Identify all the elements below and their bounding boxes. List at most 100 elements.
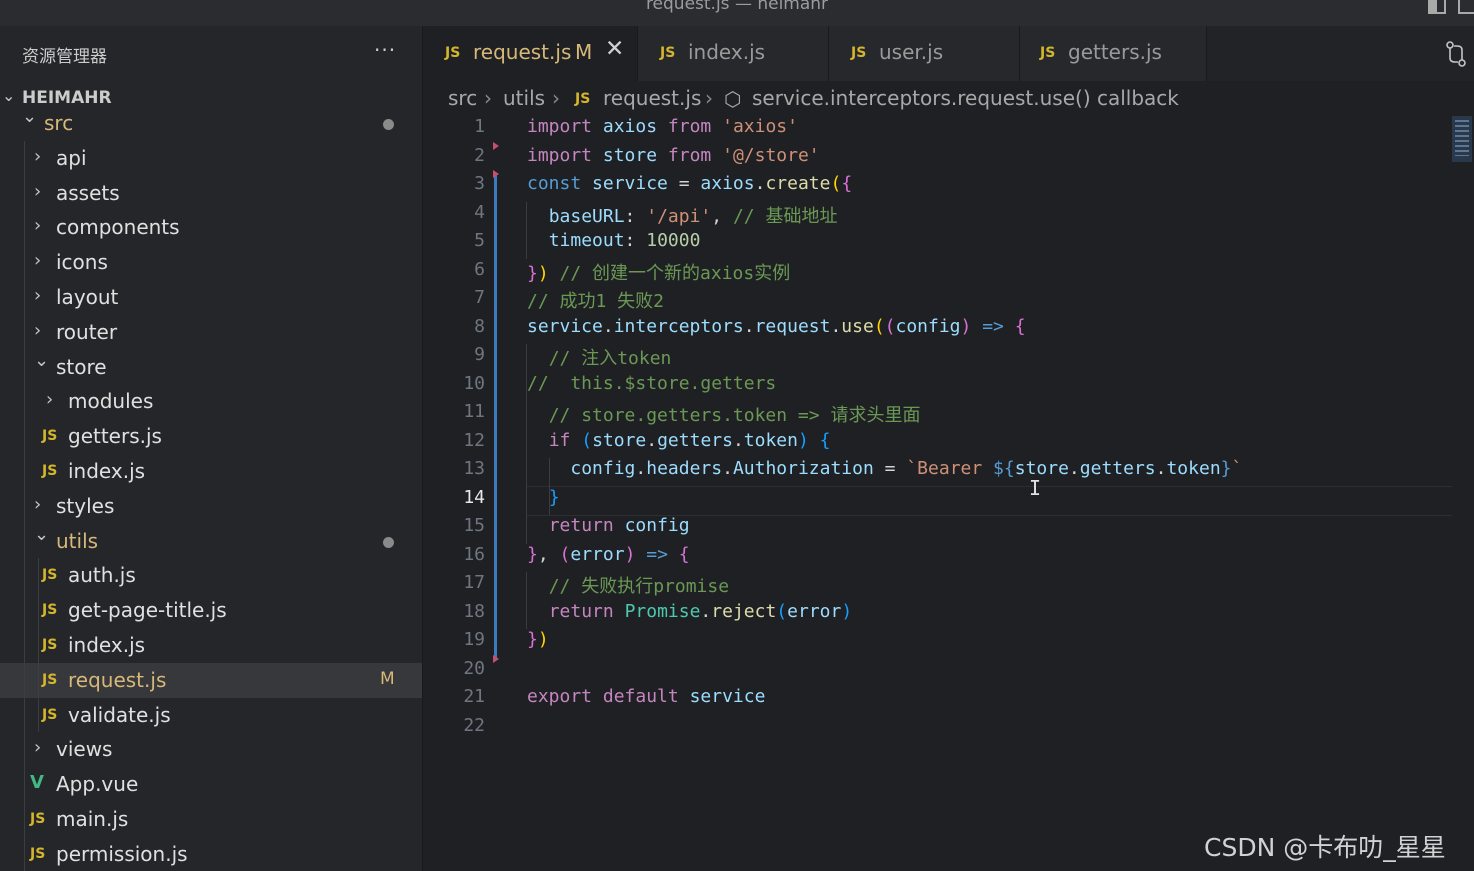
code-token: from bbox=[667, 116, 712, 137]
tree-item-request-js[interactable]: JS request.js M bbox=[0, 662, 422, 698]
chevron-down-icon: ⌄ bbox=[22, 106, 38, 127]
code-line[interactable]: baseURL: '/api', // 基础地址 bbox=[527, 202, 838, 228]
code-line[interactable]: // 注入token bbox=[527, 344, 672, 370]
minimap[interactable] bbox=[1452, 116, 1472, 162]
js-file-icon: JS bbox=[42, 706, 58, 723]
code-token: ( bbox=[776, 600, 788, 622]
close-tab-icon[interactable]: ✕ bbox=[605, 36, 624, 62]
tab-index-js[interactable]: JS index.js bbox=[638, 26, 829, 81]
code-line[interactable]: service.interceptors.request.use((config… bbox=[527, 316, 1026, 337]
git-modified-gutter[interactable] bbox=[494, 173, 497, 658]
indent-guide bbox=[526, 344, 527, 544]
code-token: ) bbox=[537, 262, 549, 284]
code-token: use bbox=[841, 315, 874, 337]
tree-item-getters-js[interactable]: JS getters.js bbox=[0, 419, 422, 454]
line-number: 2 bbox=[474, 144, 485, 166]
code-line[interactable]: // this.$store.getters bbox=[527, 373, 776, 394]
chevron-down-icon: ⌄ bbox=[2, 86, 16, 105]
code-token: axios bbox=[700, 173, 755, 194]
tree-item-utils[interactable]: ⌄ utils bbox=[0, 524, 422, 559]
code-line[interactable]: import store from '@/store' bbox=[527, 145, 820, 166]
line-number: 12 bbox=[463, 429, 485, 451]
line-number: 10 bbox=[463, 372, 485, 394]
code-token: reject bbox=[711, 600, 777, 622]
code-line[interactable]: timeout: 10000 bbox=[527, 230, 701, 251]
code-line[interactable]: // store.getters.token => 请求头里面 bbox=[527, 401, 921, 427]
tree-item-index-js[interactable]: JS index.js bbox=[0, 454, 422, 489]
tree-item-label: App.vue bbox=[56, 772, 139, 797]
tree-item-label: index.js bbox=[68, 459, 146, 483]
tree-item-main-js[interactable]: JS main.js bbox=[0, 802, 422, 837]
js-file-icon: JS bbox=[42, 602, 58, 619]
breadcrumb-symbol[interactable]: service.interceptors.request.use() callb… bbox=[752, 86, 1179, 110]
code-line[interactable]: return Promise.reject(error) bbox=[527, 601, 852, 622]
code-token: import bbox=[527, 144, 593, 166]
git-deleted-marker[interactable] bbox=[493, 141, 499, 150]
tree-item-views[interactable]: › views bbox=[0, 732, 422, 767]
tree-item-layout[interactable]: › layout bbox=[0, 280, 422, 315]
editor-tabs: JS request.js M ✕ JS index.js JS user.js… bbox=[423, 26, 1474, 81]
tree-item-icons[interactable]: › icons bbox=[0, 245, 422, 280]
line-number: 14 bbox=[463, 486, 485, 508]
line-number: 16 bbox=[463, 543, 485, 565]
tree-item-router[interactable]: › router bbox=[0, 315, 422, 350]
git-modified-dot bbox=[383, 119, 394, 130]
code-line[interactable]: }) bbox=[527, 629, 549, 650]
code-line[interactable]: const service = axios.create({ bbox=[527, 173, 852, 194]
current-line-highlight bbox=[527, 485, 1452, 516]
tree-item-auth-js[interactable]: JS auth.js bbox=[0, 558, 422, 593]
code-token: 10000 bbox=[646, 230, 701, 251]
code-token: config bbox=[570, 458, 636, 479]
code-line[interactable]: }) // 创建一个新的axios实例 bbox=[527, 259, 790, 285]
tree-item-app-vue[interactable]: V App.vue bbox=[0, 767, 422, 802]
breadcrumb-utils[interactable]: utils bbox=[503, 86, 545, 110]
tree-item-styles[interactable]: › styles bbox=[0, 489, 422, 524]
tree-item-get-page-title-js[interactable]: JS get-page-title.js bbox=[0, 593, 422, 628]
code-line[interactable]: export default service bbox=[527, 686, 765, 707]
code-line[interactable]: } bbox=[527, 487, 560, 508]
open-changes-icon[interactable] bbox=[1445, 40, 1467, 68]
tab-request-js[interactable]: JS request.js M ✕ bbox=[423, 26, 638, 81]
code-token: } bbox=[527, 543, 538, 565]
toggle-panel-icon[interactable] bbox=[1458, 0, 1474, 14]
code-token: . bbox=[602, 315, 614, 337]
code-line[interactable]: return config bbox=[527, 515, 690, 536]
code-token: ) bbox=[624, 543, 636, 565]
tree-item-store[interactable]: ⌄ store bbox=[0, 350, 422, 385]
breadcrumb-file[interactable]: request.js bbox=[603, 86, 701, 110]
tree-item-modules[interactable]: › modules bbox=[0, 384, 422, 419]
code-token: Authorization bbox=[732, 458, 874, 479]
code-editor[interactable]: 1 import axios from 'axios' 2 import store … bbox=[423, 116, 1463, 871]
git-deleted-marker[interactable] bbox=[493, 654, 499, 663]
tree-item-index-js[interactable]: JS index.js bbox=[0, 628, 422, 663]
tab-user-js[interactable]: JS user.js bbox=[829, 26, 1020, 81]
tree-item-components[interactable]: › components bbox=[0, 210, 422, 245]
tree-item-src[interactable]: ⌄ src bbox=[0, 106, 422, 141]
breadcrumb-src[interactable]: src bbox=[448, 86, 477, 110]
line-number: 13 bbox=[463, 458, 485, 479]
code-line[interactable]: // 成功1 失败2 bbox=[527, 287, 664, 313]
code-token: ( bbox=[559, 543, 571, 565]
more-actions-icon[interactable]: ··· bbox=[374, 38, 396, 62]
code-token: ) bbox=[960, 315, 972, 337]
chevron-down-icon: ⌄ bbox=[34, 523, 50, 545]
code-token: . bbox=[722, 458, 733, 479]
code-line[interactable]: config.headers.Authorization = `Bearer $… bbox=[527, 458, 1242, 479]
code-line[interactable]: if (store.getters.token) { bbox=[527, 430, 831, 451]
tree-item-permission-js[interactable]: JS permission.js bbox=[0, 837, 422, 871]
tree-item-api[interactable]: › api bbox=[0, 141, 422, 176]
toggle-sidebar-icon[interactable] bbox=[1428, 0, 1446, 14]
tab-getters-js[interactable]: JS getters.js bbox=[1020, 26, 1207, 81]
code-line[interactable]: }, (error) => { bbox=[527, 544, 690, 565]
tree-item-assets[interactable]: › assets bbox=[0, 176, 422, 211]
code-line[interactable]: // 失败执行promise bbox=[527, 572, 729, 598]
git-deleted-marker[interactable] bbox=[493, 170, 499, 179]
js-file-icon: JS bbox=[42, 463, 58, 479]
tree-item-label: api bbox=[56, 145, 87, 170]
tree-item-validate-js[interactable]: JS validate.js bbox=[0, 698, 422, 733]
code-line[interactable]: import axios from 'axios' bbox=[527, 116, 798, 137]
